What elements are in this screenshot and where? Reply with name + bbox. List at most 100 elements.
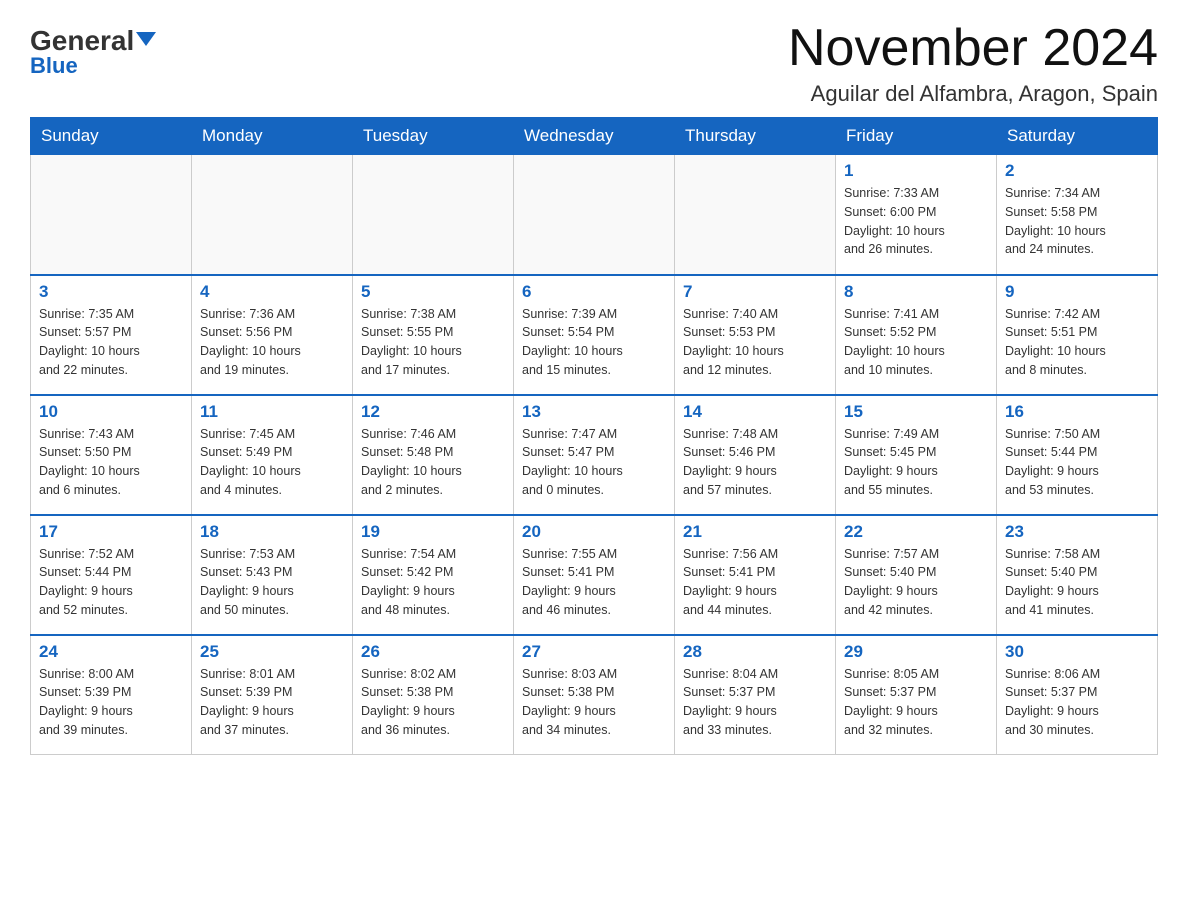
calendar-week-row: 24 Sunrise: 8:00 AMSunset: 5:39 PMDayligh… (31, 635, 1158, 755)
table-row: 2 Sunrise: 7:34 AMSunset: 5:58 PMDaylight… (997, 155, 1158, 275)
day-number: 2 (1005, 161, 1149, 181)
logo-blue: Blue (30, 53, 78, 79)
page-header: General Blue November 2024 Aguilar del A… (30, 20, 1158, 107)
table-row: 3 Sunrise: 7:35 AMSunset: 5:57 PMDaylight… (31, 275, 192, 395)
day-info: Sunrise: 8:02 AMSunset: 5:38 PMDaylight:… (361, 665, 505, 740)
day-number: 4 (200, 282, 344, 302)
day-info: Sunrise: 7:57 AMSunset: 5:40 PMDaylight:… (844, 545, 988, 620)
day-number: 1 (844, 161, 988, 181)
day-number: 22 (844, 522, 988, 542)
table-row: 5Sunrise: 7:38 AMSunset: 5:55 PMDaylight… (353, 275, 514, 395)
day-number: 13 (522, 402, 666, 422)
table-row: 20 Sunrise: 7:55 AMSunset: 5:41 PMDayligh… (514, 515, 675, 635)
day-number: 29 (844, 642, 988, 662)
day-info: Sunrise: 7:45 AMSunset: 5:49 PMDaylight:… (200, 425, 344, 500)
day-number: 24 (39, 642, 183, 662)
day-number: 5 (361, 282, 505, 302)
day-info: Sunrise: 7:36 AMSunset: 5:56 PMDaylight:… (200, 305, 344, 380)
table-row: 22 Sunrise: 7:57 AMSunset: 5:40 PMDayligh… (836, 515, 997, 635)
day-info: Sunrise: 8:06 AMSunset: 5:37 PMDaylight:… (1005, 665, 1149, 740)
day-number: 11 (200, 402, 344, 422)
day-info: Sunrise: 7:40 AMSunset: 5:53 PMDaylight:… (683, 305, 827, 380)
day-info: Sunrise: 7:46 AMSunset: 5:48 PMDaylight:… (361, 425, 505, 500)
location-title: Aguilar del Alfambra, Aragon, Spain (788, 81, 1158, 107)
day-info: Sunrise: 7:49 AMSunset: 5:45 PMDaylight:… (844, 425, 988, 500)
header-monday: Monday (192, 118, 353, 155)
day-info: Sunrise: 7:54 AMSunset: 5:42 PMDaylight:… (361, 545, 505, 620)
day-number: 15 (844, 402, 988, 422)
calendar-week-row: 17 Sunrise: 7:52 AMSunset: 5:44 PMDayligh… (31, 515, 1158, 635)
table-row: 11 Sunrise: 7:45 AMSunset: 5:49 PMDayligh… (192, 395, 353, 515)
header-thursday: Thursday (675, 118, 836, 155)
weekday-header-row: Sunday Monday Tuesday Wednesday Thursday… (31, 118, 1158, 155)
table-row: 26 Sunrise: 8:02 AMSunset: 5:38 PMDayligh… (353, 635, 514, 755)
table-row: 18 Sunrise: 7:53 AMSunset: 5:43 PMDayligh… (192, 515, 353, 635)
day-info: Sunrise: 8:01 AMSunset: 5:39 PMDaylight:… (200, 665, 344, 740)
table-row: 13 Sunrise: 7:47 AMSunset: 5:47 PMDayligh… (514, 395, 675, 515)
table-row (675, 155, 836, 275)
day-number: 20 (522, 522, 666, 542)
table-row (31, 155, 192, 275)
day-number: 10 (39, 402, 183, 422)
day-info: Sunrise: 7:53 AMSunset: 5:43 PMDaylight:… (200, 545, 344, 620)
day-number: 14 (683, 402, 827, 422)
day-info: Sunrise: 7:48 AMSunset: 5:46 PMDaylight:… (683, 425, 827, 500)
day-number: 17 (39, 522, 183, 542)
day-number: 21 (683, 522, 827, 542)
day-number: 8 (844, 282, 988, 302)
header-wednesday: Wednesday (514, 118, 675, 155)
table-row: 17 Sunrise: 7:52 AMSunset: 5:44 PMDayligh… (31, 515, 192, 635)
day-number: 30 (1005, 642, 1149, 662)
table-row: 28 Sunrise: 8:04 AMSunset: 5:37 PMDayligh… (675, 635, 836, 755)
day-number: 7 (683, 282, 827, 302)
table-row: 16Sunrise: 7:50 AMSunset: 5:44 PMDayligh… (997, 395, 1158, 515)
table-row (514, 155, 675, 275)
day-number: 26 (361, 642, 505, 662)
day-info: Sunrise: 8:00 AMSunset: 5:39 PMDaylight:… (39, 665, 183, 740)
calendar-week-row: 3 Sunrise: 7:35 AMSunset: 5:57 PMDaylight… (31, 275, 1158, 395)
header-saturday: Saturday (997, 118, 1158, 155)
logo-triangle-icon (136, 32, 156, 46)
table-row: 15 Sunrise: 7:49 AMSunset: 5:45 PMDayligh… (836, 395, 997, 515)
day-info: Sunrise: 8:05 AMSunset: 5:37 PMDaylight:… (844, 665, 988, 740)
day-info: Sunrise: 8:04 AMSunset: 5:37 PMDaylight:… (683, 665, 827, 740)
day-info: Sunrise: 7:50 AMSunset: 5:44 PMDaylight:… (1005, 425, 1149, 500)
day-info: Sunrise: 7:34 AMSunset: 5:58 PMDaylight:… (1005, 184, 1149, 259)
day-info: Sunrise: 7:41 AMSunset: 5:52 PMDaylight:… (844, 305, 988, 380)
day-info: Sunrise: 7:42 AMSunset: 5:51 PMDaylight:… (1005, 305, 1149, 380)
table-row: 10 Sunrise: 7:43 AMSunset: 5:50 PMDayligh… (31, 395, 192, 515)
header-sunday: Sunday (31, 118, 192, 155)
calendar-table: Sunday Monday Tuesday Wednesday Thursday… (30, 117, 1158, 755)
day-info: Sunrise: 7:55 AMSunset: 5:41 PMDaylight:… (522, 545, 666, 620)
header-tuesday: Tuesday (353, 118, 514, 155)
table-row: 1Sunrise: 7:33 AMSunset: 6:00 PMDaylight… (836, 155, 997, 275)
table-row: 8 Sunrise: 7:41 AMSunset: 5:52 PMDaylight… (836, 275, 997, 395)
table-row: 7 Sunrise: 7:40 AMSunset: 5:53 PMDaylight… (675, 275, 836, 395)
day-info: Sunrise: 7:39 AMSunset: 5:54 PMDaylight:… (522, 305, 666, 380)
day-info: Sunrise: 7:43 AMSunset: 5:50 PMDaylight:… (39, 425, 183, 500)
logo: General Blue (30, 20, 156, 79)
day-info: Sunrise: 7:52 AMSunset: 5:44 PMDaylight:… (39, 545, 183, 620)
day-number: 25 (200, 642, 344, 662)
title-area: November 2024 Aguilar del Alfambra, Arag… (788, 20, 1158, 107)
table-row: 14 Sunrise: 7:48 AMSunset: 5:46 PMDayligh… (675, 395, 836, 515)
day-number: 12 (361, 402, 505, 422)
day-number: 19 (361, 522, 505, 542)
day-info: Sunrise: 7:47 AMSunset: 5:47 PMDaylight:… (522, 425, 666, 500)
table-row: 27Sunrise: 8:03 AMSunset: 5:38 PMDayligh… (514, 635, 675, 755)
table-row: 6Sunrise: 7:39 AMSunset: 5:54 PMDaylight… (514, 275, 675, 395)
day-number: 9 (1005, 282, 1149, 302)
table-row (353, 155, 514, 275)
table-row: 12 Sunrise: 7:46 AMSunset: 5:48 PMDayligh… (353, 395, 514, 515)
day-number: 28 (683, 642, 827, 662)
day-number: 18 (200, 522, 344, 542)
table-row: 25 Sunrise: 8:01 AMSunset: 5:39 PMDayligh… (192, 635, 353, 755)
table-row: 23Sunrise: 7:58 AMSunset: 5:40 PMDayligh… (997, 515, 1158, 635)
table-row (192, 155, 353, 275)
table-row: 4 Sunrise: 7:36 AMSunset: 5:56 PMDaylight… (192, 275, 353, 395)
table-row: 24 Sunrise: 8:00 AMSunset: 5:39 PMDayligh… (31, 635, 192, 755)
day-number: 3 (39, 282, 183, 302)
header-friday: Friday (836, 118, 997, 155)
calendar-week-row: 10 Sunrise: 7:43 AMSunset: 5:50 PMDayligh… (31, 395, 1158, 515)
day-info: Sunrise: 7:35 AMSunset: 5:57 PMDaylight:… (39, 305, 183, 380)
